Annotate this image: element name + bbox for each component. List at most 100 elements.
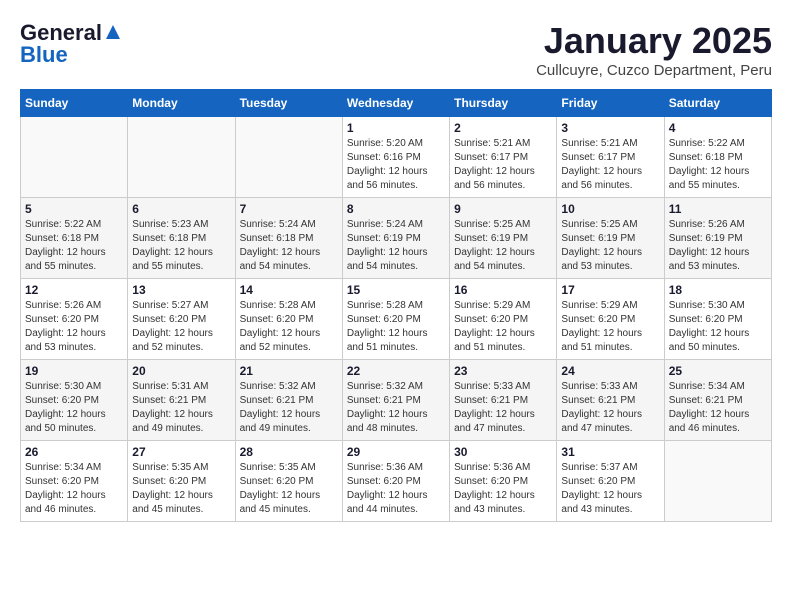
day-number: 14 (240, 283, 338, 297)
day-info: Sunrise: 5:21 AM Sunset: 6:17 PM Dayligh… (561, 137, 659, 193)
logo-icon (104, 23, 122, 41)
day-number: 7 (240, 202, 338, 216)
calendar-cell (21, 117, 128, 198)
day-info: Sunrise: 5:21 AM Sunset: 6:17 PM Dayligh… (454, 137, 552, 193)
day-info: Sunrise: 5:34 AM Sunset: 6:21 PM Dayligh… (669, 380, 767, 436)
calendar-cell: 21 Sunrise: 5:32 AM Sunset: 6:21 PM Dayli… (235, 360, 342, 441)
calendar-header-thursday: Thursday (450, 90, 557, 117)
calendar-cell (664, 441, 771, 522)
calendar-cell: 31 Sunrise: 5:37 AM Sunset: 6:20 PM Dayli… (557, 441, 664, 522)
day-number: 21 (240, 364, 338, 378)
calendar-cell: 30Sunrise: 5:36 AM Sunset: 6:20 PM Dayli… (450, 441, 557, 522)
day-number: 4 (669, 121, 767, 135)
calendar-cell: 2 Sunrise: 5:21 AM Sunset: 6:17 PM Daylig… (450, 117, 557, 198)
calendar-cell: 25 Sunrise: 5:34 AM Sunset: 6:21 PM Dayli… (664, 360, 771, 441)
day-number: 18 (669, 283, 767, 297)
day-info: Sunrise: 5:29 AM Sunset: 6:20 PM Dayligh… (454, 299, 552, 355)
day-info: Sunrise: 5:20 AM Sunset: 6:16 PM Dayligh… (347, 137, 445, 193)
calendar-header-saturday: Saturday (664, 90, 771, 117)
day-info: Sunrise: 5:26 AM Sunset: 6:20 PM Dayligh… (25, 299, 123, 355)
calendar-week-row: 12 Sunrise: 5:26 AM Sunset: 6:20 PM Dayli… (21, 279, 772, 360)
day-info: Sunrise: 5:36 AM Sunset: 6:20 PM Dayligh… (347, 461, 445, 517)
day-info: Sunrise: 5:30 AM Sunset: 6:20 PM Dayligh… (669, 299, 767, 355)
day-number: 5 (25, 202, 123, 216)
month-title: January 2025 (536, 20, 772, 62)
calendar-cell: 20 Sunrise: 5:31 AM Sunset: 6:21 PM Dayli… (128, 360, 235, 441)
calendar-header-friday: Friday (557, 90, 664, 117)
calendar-cell (128, 117, 235, 198)
day-number: 11 (669, 202, 767, 216)
calendar-cell: 12 Sunrise: 5:26 AM Sunset: 6:20 PM Dayli… (21, 279, 128, 360)
day-info: Sunrise: 5:25 AM Sunset: 6:19 PM Dayligh… (454, 218, 552, 274)
calendar-cell: 14 Sunrise: 5:28 AM Sunset: 6:20 PM Dayli… (235, 279, 342, 360)
day-info: Sunrise: 5:27 AM Sunset: 6:20 PM Dayligh… (132, 299, 230, 355)
calendar-cell: 29Sunrise: 5:36 AM Sunset: 6:20 PM Dayli… (342, 441, 449, 522)
day-number: 20 (132, 364, 230, 378)
day-info: Sunrise: 5:33 AM Sunset: 6:21 PM Dayligh… (561, 380, 659, 436)
day-info: Sunrise: 5:29 AM Sunset: 6:20 PM Dayligh… (561, 299, 659, 355)
day-number: 6 (132, 202, 230, 216)
day-info: Sunrise: 5:26 AM Sunset: 6:19 PM Dayligh… (669, 218, 767, 274)
day-number: 23 (454, 364, 552, 378)
calendar-cell: 4 Sunrise: 5:22 AM Sunset: 6:18 PM Daylig… (664, 117, 771, 198)
day-info: Sunrise: 5:25 AM Sunset: 6:19 PM Dayligh… (561, 218, 659, 274)
day-number: 12 (25, 283, 123, 297)
day-info: Sunrise: 5:35 AM Sunset: 6:20 PM Dayligh… (240, 461, 338, 517)
calendar-cell: 18 Sunrise: 5:30 AM Sunset: 6:20 PM Dayli… (664, 279, 771, 360)
day-info: Sunrise: 5:22 AM Sunset: 6:18 PM Dayligh… (25, 218, 123, 274)
day-number: 13 (132, 283, 230, 297)
day-info: Sunrise: 5:28 AM Sunset: 6:20 PM Dayligh… (347, 299, 445, 355)
logo: General Blue (20, 20, 122, 68)
day-number: 19 (25, 364, 123, 378)
calendar-cell: 19Sunrise: 5:30 AM Sunset: 6:20 PM Dayli… (21, 360, 128, 441)
page-header: General Blue January 2025 Cullcuyre, Cuz… (20, 20, 772, 79)
day-info: Sunrise: 5:32 AM Sunset: 6:21 PM Dayligh… (347, 380, 445, 436)
day-number: 30 (454, 445, 552, 459)
day-number: 17 (561, 283, 659, 297)
calendar-header-monday: Monday (128, 90, 235, 117)
day-number: 16 (454, 283, 552, 297)
calendar-cell: 13 Sunrise: 5:27 AM Sunset: 6:20 PM Dayli… (128, 279, 235, 360)
logo-blue-text: Blue (20, 42, 68, 68)
day-number: 1 (347, 121, 445, 135)
calendar-cell: 8Sunrise: 5:24 AM Sunset: 6:19 PM Daylig… (342, 198, 449, 279)
calendar-cell: 11 Sunrise: 5:26 AM Sunset: 6:19 PM Dayli… (664, 198, 771, 279)
day-info: Sunrise: 5:37 AM Sunset: 6:20 PM Dayligh… (561, 461, 659, 517)
calendar-cell: 15 Sunrise: 5:28 AM Sunset: 6:20 PM Dayli… (342, 279, 449, 360)
day-info: Sunrise: 5:28 AM Sunset: 6:20 PM Dayligh… (240, 299, 338, 355)
calendar-cell: 23 Sunrise: 5:33 AM Sunset: 6:21 PM Dayli… (450, 360, 557, 441)
day-number: 25 (669, 364, 767, 378)
calendar-cell: 10Sunrise: 5:25 AM Sunset: 6:19 PM Dayli… (557, 198, 664, 279)
calendar-cell: 24Sunrise: 5:33 AM Sunset: 6:21 PM Dayli… (557, 360, 664, 441)
day-info: Sunrise: 5:23 AM Sunset: 6:18 PM Dayligh… (132, 218, 230, 274)
calendar-week-row: 26Sunrise: 5:34 AM Sunset: 6:20 PM Dayli… (21, 441, 772, 522)
calendar-header-wednesday: Wednesday (342, 90, 449, 117)
calendar-cell: 6 Sunrise: 5:23 AM Sunset: 6:18 PM Daylig… (128, 198, 235, 279)
day-number: 26 (25, 445, 123, 459)
calendar-cell: 7Sunrise: 5:24 AM Sunset: 6:18 PM Daylig… (235, 198, 342, 279)
calendar-cell: 9 Sunrise: 5:25 AM Sunset: 6:19 PM Daylig… (450, 198, 557, 279)
calendar-header-sunday: Sunday (21, 90, 128, 117)
calendar-cell: 16 Sunrise: 5:29 AM Sunset: 6:20 PM Dayli… (450, 279, 557, 360)
day-number: 2 (454, 121, 552, 135)
calendar-week-row: 1 Sunrise: 5:20 AM Sunset: 6:16 PM Daylig… (21, 117, 772, 198)
day-number: 9 (454, 202, 552, 216)
calendar-cell: 26Sunrise: 5:34 AM Sunset: 6:20 PM Dayli… (21, 441, 128, 522)
calendar-week-row: 5 Sunrise: 5:22 AM Sunset: 6:18 PM Daylig… (21, 198, 772, 279)
day-number: 31 (561, 445, 659, 459)
location-subtitle: Cullcuyre, Cuzco Department, Peru (536, 62, 772, 79)
calendar-cell: 22 Sunrise: 5:32 AM Sunset: 6:21 PM Dayli… (342, 360, 449, 441)
day-info: Sunrise: 5:33 AM Sunset: 6:21 PM Dayligh… (454, 380, 552, 436)
calendar-header-row: SundayMondayTuesdayWednesdayThursdayFrid… (21, 90, 772, 117)
calendar-cell (235, 117, 342, 198)
calendar-cell: 17 Sunrise: 5:29 AM Sunset: 6:20 PM Dayli… (557, 279, 664, 360)
calendar-week-row: 19Sunrise: 5:30 AM Sunset: 6:20 PM Dayli… (21, 360, 772, 441)
calendar-table: SundayMondayTuesdayWednesdayThursdayFrid… (20, 89, 772, 522)
day-info: Sunrise: 5:31 AM Sunset: 6:21 PM Dayligh… (132, 380, 230, 436)
day-info: Sunrise: 5:32 AM Sunset: 6:21 PM Dayligh… (240, 380, 338, 436)
day-number: 22 (347, 364, 445, 378)
calendar-cell: 1 Sunrise: 5:20 AM Sunset: 6:16 PM Daylig… (342, 117, 449, 198)
day-number: 15 (347, 283, 445, 297)
day-info: Sunrise: 5:22 AM Sunset: 6:18 PM Dayligh… (669, 137, 767, 193)
calendar-cell: 27Sunrise: 5:35 AM Sunset: 6:20 PM Dayli… (128, 441, 235, 522)
